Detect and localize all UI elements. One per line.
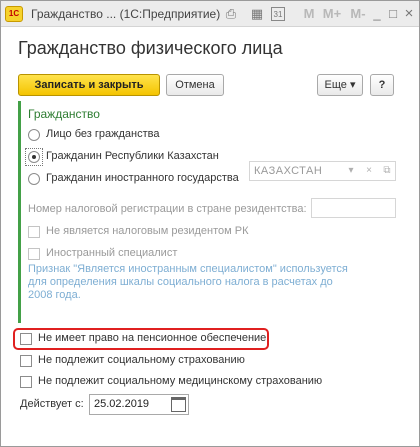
radio-label: Лицо без гражданства xyxy=(46,128,160,140)
foreign-specialist-note: Признак "Является иностранным специалист… xyxy=(28,263,348,301)
open-icon[interactable]: ⧉ xyxy=(378,162,396,180)
dropdown-icon[interactable]: ▾ xyxy=(342,162,360,180)
calendar-icon[interactable]: 31 xyxy=(271,7,285,21)
page-title: Гражданство физического лица xyxy=(18,38,283,58)
checkbox-label: Не подлежит социальному медицинскому стр… xyxy=(38,375,323,387)
checkbox-label: Не имеет право на пенсионное обеспечение xyxy=(38,332,267,344)
country-field[interactable]: КАЗАХСТАН ▾ × ⧉ xyxy=(249,161,396,181)
clear-icon[interactable]: × xyxy=(360,162,378,180)
m-plus-icon[interactable]: M+ xyxy=(321,6,343,22)
app-logo: 1С xyxy=(5,6,23,22)
save-and-close-button[interactable]: Записать и закрыть xyxy=(18,74,160,96)
checkbox[interactable] xyxy=(20,333,32,345)
radio-label: Гражданин иностранного государства xyxy=(46,172,239,184)
title-bar: 1С Гражданство ... (1С:Предприятие) ⎙ ▦ … xyxy=(1,1,419,27)
checkbox-label: Не является налоговым резидентом РК xyxy=(46,225,249,237)
maximize-icon[interactable]: □ xyxy=(385,6,401,22)
country-value: КАЗАХСТАН xyxy=(254,165,323,177)
group-accent-bar xyxy=(18,101,21,323)
minimize-icon[interactable]: _ xyxy=(369,6,385,22)
close-icon[interactable]: × xyxy=(401,6,417,22)
checkbox[interactable] xyxy=(20,376,32,388)
m-icon[interactable]: M xyxy=(301,6,317,22)
checkbox-label: Не подлежит социальному страхованию xyxy=(38,354,245,366)
effective-date-label: Действует с: xyxy=(20,398,84,410)
radio-button[interactable] xyxy=(28,129,40,141)
calculator-icon[interactable]: ▦ xyxy=(249,6,265,22)
checkbox[interactable] xyxy=(20,355,32,367)
printer-icon[interactable]: ⎙ xyxy=(223,6,239,22)
radio-label: Гражданин Республики Казахстан xyxy=(46,150,219,162)
help-button[interactable]: ? xyxy=(370,74,394,96)
more-button[interactable]: Еще ▾ xyxy=(317,74,363,96)
m-minus-icon[interactable]: M- xyxy=(347,6,369,22)
form-window: 1С Гражданство ... (1С:Предприятие) ⎙ ▦ … xyxy=(0,0,420,447)
citizenship-group-title: Гражданство xyxy=(28,107,100,121)
effective-date-input[interactable]: 25.02.2019 xyxy=(89,394,189,415)
calendar-icon[interactable] xyxy=(171,397,186,412)
effective-date-value: 25.02.2019 xyxy=(94,398,150,410)
checkbox-label: Иностранный специалист xyxy=(46,247,178,259)
tax-number-input[interactable] xyxy=(311,198,396,218)
radio-button[interactable] xyxy=(28,151,40,163)
window-title: Гражданство ... (1С:Предприятие) xyxy=(31,7,221,21)
cancel-button[interactable]: Отмена xyxy=(166,74,224,96)
radio-button[interactable] xyxy=(28,173,40,185)
tax-number-label: Номер налоговой регистрации в стране рез… xyxy=(28,203,307,215)
checkbox[interactable] xyxy=(28,226,40,238)
checkbox[interactable] xyxy=(28,248,40,260)
